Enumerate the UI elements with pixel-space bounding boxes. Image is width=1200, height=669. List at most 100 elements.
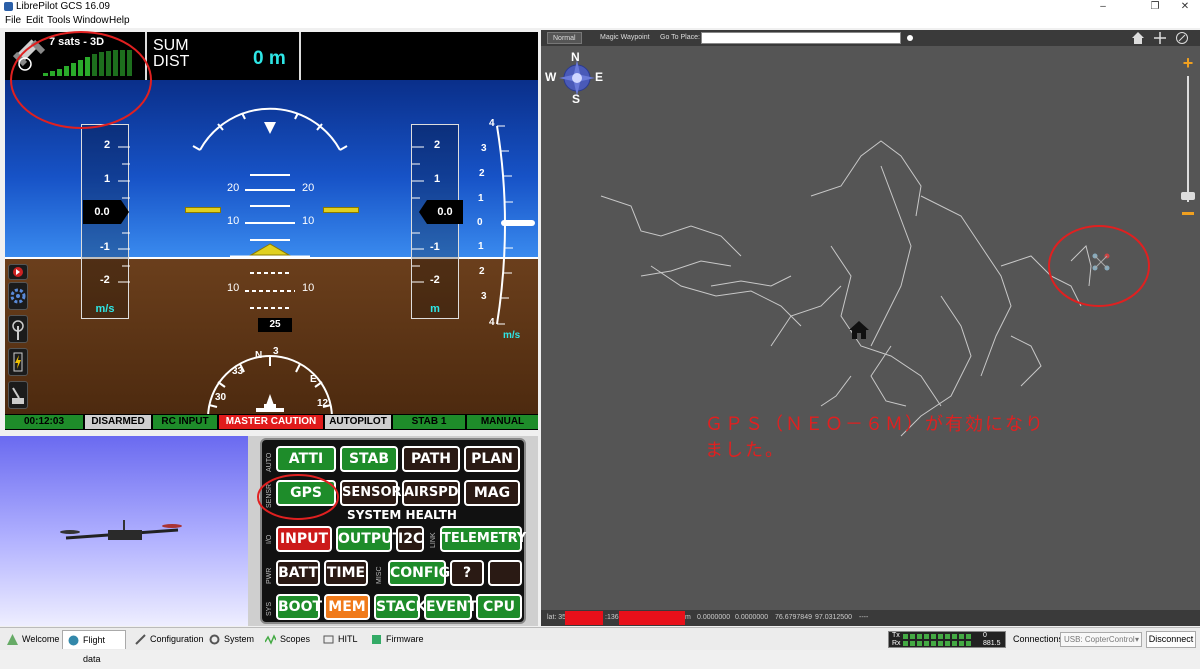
tab-welcome[interactable]: Welcome — [2, 630, 60, 649]
map-lon: :136 — [605, 614, 619, 621]
settings-gear-icon[interactable] — [8, 282, 28, 310]
map-home-button-icon[interactable] — [1131, 31, 1145, 45]
health-cpu[interactable]: CPU — [476, 594, 522, 620]
compass-s: S — [572, 92, 581, 106]
health-time[interactable]: TIME — [324, 560, 368, 586]
map-view[interactable]: N W E S ＧＰＳ（ＮＥＯ－６Ｍ）が有効になり ました。 — [541, 30, 1176, 610]
pitch-ladder — [192, 107, 348, 309]
goto-place-label: Go To Place: — [660, 34, 700, 41]
row-label-pwr: PWR — [266, 567, 273, 584]
battery-icon[interactable] — [8, 348, 28, 376]
row-label-link: LINK — [430, 532, 437, 548]
record-icon[interactable] — [8, 264, 28, 280]
vsi-unit: m/s — [503, 330, 521, 341]
health-output[interactable]: OUTPUT — [336, 526, 402, 552]
tab-hitl[interactable]: HITL — [318, 630, 362, 649]
tab-firmware[interactable]: Firmware — [366, 630, 424, 649]
map-mode-magic-waypoint[interactable]: Magic Waypoint — [595, 32, 655, 44]
joystick-icon[interactable] — [8, 381, 28, 409]
vsi-tick-2: 2 — [479, 168, 485, 179]
health-stab[interactable]: STAB — [340, 446, 398, 472]
tab-system-label: System — [224, 634, 255, 644]
pitch-label-neg10-left: 10 — [227, 282, 240, 294]
gps-sats-highlight-circle — [10, 31, 152, 129]
rc-input-status: RC INPUT — [153, 415, 217, 429]
redaction-lon — [619, 611, 685, 625]
map-pan-icon[interactable] — [1153, 31, 1167, 45]
health-config[interactable]: CONFIG — [388, 560, 450, 586]
health-path[interactable]: PATH — [402, 446, 460, 472]
maximize-button[interactable]: ❐ — [1142, 0, 1168, 14]
close-button[interactable]: ✕ — [1172, 0, 1198, 14]
goto-place-input[interactable] — [701, 32, 901, 44]
connection-select-value: USB: CopterControl — [1064, 635, 1135, 644]
master-caution-status: MASTER CAUTION — [219, 415, 323, 429]
menu-edit[interactable]: Edit — [26, 15, 43, 26]
health-unknown[interactable]: ? — [450, 560, 484, 586]
health-plan[interactable]: PLAN — [464, 446, 520, 472]
tab-scopes[interactable]: Scopes — [260, 630, 314, 649]
health-sensor[interactable]: SENSOR — [340, 480, 402, 506]
row-label-sys: SYS — [266, 601, 273, 616]
vsi-tick-3: 3 — [481, 143, 487, 154]
tab-system[interactable]: System — [204, 630, 256, 649]
flight-data-icon — [68, 635, 79, 646]
menu-tools[interactable]: Tools — [47, 15, 70, 26]
health-empty-slot[interactable] — [488, 560, 522, 586]
compass-label-33: 33 — [232, 366, 244, 377]
health-batt[interactable]: BATT — [276, 560, 320, 586]
connection-select[interactable]: USB: CopterControl ▾ — [1060, 632, 1142, 647]
zoom-out-icon[interactable] — [1182, 212, 1194, 215]
row-label-misc: MISC — [376, 566, 383, 585]
map-unit: m — [685, 614, 691, 621]
map-compass-button-icon[interactable] — [1175, 31, 1189, 45]
compass-label-12: 12 — [317, 398, 329, 409]
map-lat: lat: 35 — [547, 614, 567, 621]
menu-file[interactable]: File — [5, 15, 21, 26]
link-meter: Tx Rx 0 881.5 — [888, 631, 1006, 648]
goto-search-icon[interactable] — [905, 33, 915, 43]
health-stack[interactable]: STACK — [374, 594, 427, 620]
health-atti[interactable]: ATTI — [276, 446, 336, 472]
tab-firmware-label: Firmware — [386, 634, 424, 644]
map-toolbar: Normal Magic Waypoint Go To Place: — [541, 30, 1200, 46]
zoom-slider-handle[interactable] — [1181, 192, 1195, 200]
speed-unit: m/s — [95, 303, 115, 315]
health-event[interactable]: EVENT — [424, 594, 477, 620]
health-boot[interactable]: BOOT — [276, 594, 322, 620]
menu-help[interactable]: Help — [109, 15, 130, 26]
home-icon[interactable] — [848, 319, 870, 341]
vsi-tick-1: 1 — [478, 193, 484, 204]
pitch-label-20-right: 20 — [302, 182, 315, 194]
minimize-button[interactable]: – — [1090, 0, 1116, 14]
wing-marker-right — [323, 207, 359, 213]
stab-status: STAB 1 — [393, 415, 465, 429]
health-telemetry[interactable]: TELEMETRY — [440, 526, 526, 552]
alt-tick-neg2: -2 — [430, 274, 440, 286]
zoom-in-icon[interactable]: + — [1180, 54, 1196, 72]
map-mode-normal[interactable]: Normal — [547, 32, 582, 44]
flight-timer: 00:12:03 — [5, 415, 83, 429]
vsi-tick-neg4: 4 — [489, 317, 495, 328]
health-airspd[interactable]: AIRSPD — [402, 480, 460, 506]
chevron-down-icon: ▾ — [1134, 635, 1139, 644]
disconnect-button[interactable]: Disconnect — [1146, 631, 1196, 648]
tab-flight-data[interactable]: Flight data — [62, 630, 126, 664]
health-mem[interactable]: MEM — [324, 594, 370, 620]
menu-window[interactable]: Window — [73, 15, 109, 26]
zoom-slider-track[interactable] — [1187, 76, 1189, 202]
health-input[interactable]: INPUT — [276, 526, 332, 552]
map-value-3: 76.6797849 — [775, 614, 812, 621]
connections-label: Connections: — [1013, 634, 1066, 644]
compass-label-3: 3 — [273, 346, 279, 357]
tab-configuration[interactable]: Configuration — [130, 630, 204, 649]
wing-marker-left — [185, 207, 221, 213]
health-i2c[interactable]: I2C — [396, 526, 424, 552]
health-mag[interactable]: MAG — [464, 480, 520, 506]
hitl-icon — [323, 635, 334, 644]
telemetry-antenna-icon[interactable] — [8, 315, 28, 343]
row-label-auto: AUTO — [266, 452, 273, 472]
compass-e: E — [595, 70, 604, 84]
speed-tick-2: 2 — [104, 139, 111, 151]
uav-highlight-circle — [1048, 225, 1150, 307]
